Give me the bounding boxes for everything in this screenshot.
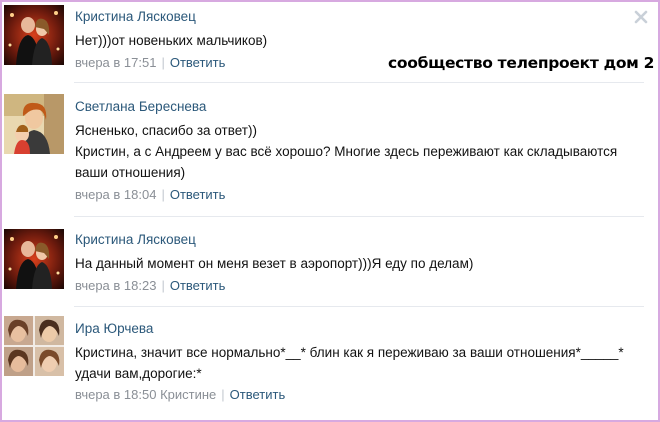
close-icon[interactable] bbox=[634, 10, 648, 24]
comment-text: Нет)))от новеньких мальчиков) bbox=[75, 33, 268, 48]
comment-divider bbox=[74, 306, 644, 307]
comment-time[interactable]: вчера в 18:23 bbox=[75, 278, 156, 293]
comment-author[interactable]: Кристина Лясковец bbox=[75, 9, 196, 24]
reply-link[interactable]: Ответить bbox=[170, 278, 226, 293]
comment-divider bbox=[74, 82, 644, 83]
avatar[interactable] bbox=[4, 94, 64, 154]
meta-separator: | bbox=[161, 187, 165, 202]
meta-separator: | bbox=[161, 55, 165, 70]
comment-author[interactable]: Кристина Лясковец bbox=[75, 232, 196, 247]
reply-link[interactable]: Ответить bbox=[170, 55, 226, 70]
avatar[interactable] bbox=[4, 229, 64, 289]
avatar[interactable] bbox=[4, 5, 64, 65]
comment-text: Ясненько, спасибо за ответ)) bbox=[75, 123, 257, 138]
comment-divider bbox=[74, 216, 644, 217]
comment-meta: вчера в 17:51 | Ответить bbox=[75, 55, 225, 70]
reply-to-name[interactable]: Кристине bbox=[160, 387, 216, 402]
comment-time[interactable]: вчера в 18:04 bbox=[75, 187, 156, 202]
meta-separator: | bbox=[221, 387, 225, 402]
comment-time[interactable]: вчера в 17:51 bbox=[75, 55, 156, 70]
comment-text: На данный момент он меня везет в аэропор… bbox=[75, 256, 474, 271]
comment-meta: вчера в 18:04 | Ответить bbox=[75, 187, 225, 202]
comment-text: Кристин, а с Андреем у вас всё хорошо? М… bbox=[75, 144, 618, 180]
meta-separator: | bbox=[161, 278, 165, 293]
comments-panel: Кристина Лясковец Нет)))от новеньких мал… bbox=[0, 0, 660, 422]
comment-meta: вчера в 18:23 | Ответить bbox=[75, 278, 225, 293]
reply-link[interactable]: Ответить bbox=[170, 187, 226, 202]
comment-author[interactable]: Ира Юрчева bbox=[75, 321, 153, 336]
comment-author[interactable]: Светлана Береснева bbox=[75, 99, 206, 114]
comment-meta: вчера в 18:50 Кристине | Ответить bbox=[75, 387, 285, 402]
reply-link[interactable]: Ответить bbox=[230, 387, 286, 402]
comment-text: Кристина, значит все нормально*__* блин … bbox=[75, 345, 624, 381]
comment-time[interactable]: вчера в 18:50 bbox=[75, 387, 156, 402]
avatar[interactable] bbox=[4, 316, 64, 376]
watermark-text: сообщество телепроект дом 2 bbox=[388, 54, 655, 72]
